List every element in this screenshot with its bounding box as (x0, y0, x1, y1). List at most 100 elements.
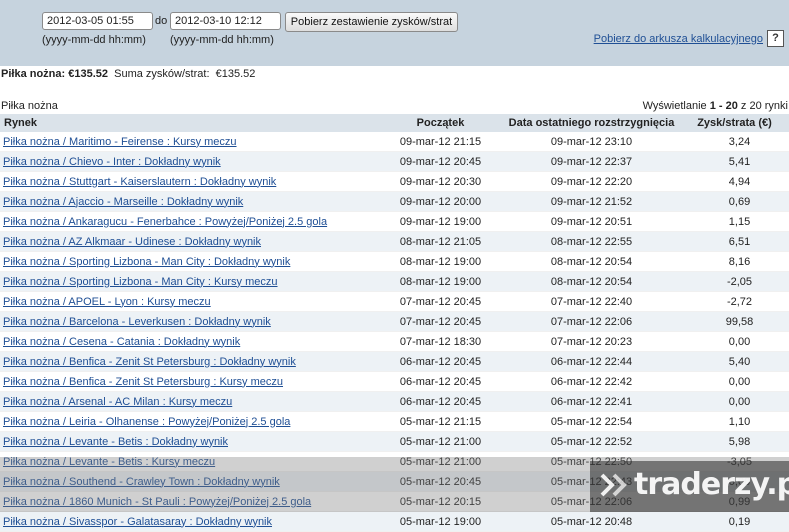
start-cell: 09-mar-12 20:30 (378, 171, 503, 192)
settled-cell: 08-mar-12 22:55 (503, 231, 680, 252)
market-cell: Piłka nożna / Ankaragucu - Fenerbahce : … (0, 211, 378, 232)
market-link[interactable]: Piłka nożna / Ankaragucu - Fenerbahce : … (3, 216, 327, 228)
traderzy-logo-icon (600, 473, 627, 497)
market-link[interactable]: Piłka nożna / Cesena - Catania : Dokładn… (3, 336, 240, 348)
profit-loss-cell: 0,00 (680, 371, 789, 392)
sport-total: €135.52 (68, 68, 109, 80)
date-to-format-hint: (yyyy-mm-dd hh:mm) (170, 34, 274, 46)
start-cell: 07-mar-12 20:45 (378, 291, 503, 312)
market-link[interactable]: Piłka nożna / Ajaccio - Marseille : Dokł… (3, 196, 243, 208)
market-link[interactable]: Piłka nożna / Leiria - Olhanense : Powyż… (3, 416, 290, 428)
start-cell: 09-mar-12 19:00 (378, 211, 503, 232)
table-row: Piłka nożna / APOEL - Lyon : Kursy meczu… (0, 291, 789, 312)
table-row: Piłka nożna / Cesena - Catania : Dokładn… (0, 331, 789, 352)
sum-total: €135.52 (215, 68, 256, 80)
market-link[interactable]: Piłka nożna / Sporting Lizbona - Man Cit… (3, 256, 290, 268)
table-row: Piłka nożna / Benfica - Zenit St Petersb… (0, 351, 789, 372)
profit-loss-cell: 1,10 (680, 411, 789, 432)
market-link[interactable]: Piłka nożna / Stuttgart - Kaiserslautern… (3, 176, 276, 188)
market-link[interactable]: Piłka nożna / Sivasspor - Galatasaray : … (3, 516, 272, 528)
table-row: Piłka nożna / Sporting Lizbona - Man Cit… (0, 271, 789, 292)
settled-cell: 06-mar-12 22:41 (503, 391, 680, 412)
settled-cell: 09-mar-12 23:10 (503, 132, 680, 152)
settled-cell: 09-mar-12 20:51 (503, 211, 680, 232)
table-row: Piłka nożna / Barcelona - Leverkusen : D… (0, 311, 789, 332)
market-link[interactable]: Piłka nożna / Chievo - Inter : Dokładny … (3, 156, 221, 168)
header-profit-loss[interactable]: Zysk/strata (€) (680, 114, 789, 132)
market-link[interactable]: Piłka nożna / AZ Alkmaar - Udinese : Dok… (3, 236, 261, 248)
table-row: Piłka nożna / Ankaragucu - Fenerbahce : … (0, 211, 789, 232)
market-link[interactable]: Piłka nożna / Arsenal - AC Milan : Kursy… (3, 396, 232, 408)
get-profit-loss-button[interactable]: Pobierz zestawienie zysków/strat (285, 12, 458, 32)
table-row: Piłka nożna / Stuttgart - Kaiserslautern… (0, 171, 789, 192)
start-cell: 06-mar-12 20:45 (378, 391, 503, 412)
download-spreadsheet-link[interactable]: Pobierz do arkusza kalkulacyjnego (594, 33, 763, 45)
start-cell: 09-mar-12 21:15 (378, 132, 503, 152)
market-link[interactable]: Piłka nożna / Benfica - Zenit St Petersb… (3, 376, 283, 388)
market-cell: Piłka nożna / Chievo - Inter : Dokładny … (0, 151, 378, 172)
profit-loss-cell: 5,40 (680, 351, 789, 372)
market-cell: Piłka nożna / APOEL - Lyon : Kursy meczu (0, 291, 378, 312)
market-link[interactable]: Piłka nożna / Maritimo - Feirense : Kurs… (3, 136, 237, 148)
start-cell: 05-mar-12 21:00 (378, 431, 503, 452)
table-row: Piłka nożna / Sporting Lizbona - Man Cit… (0, 251, 789, 272)
paging-prefix: Wyświetlanie (642, 100, 707, 112)
profit-loss-cell: 0,69 (680, 191, 789, 212)
profit-loss-cell: 6,51 (680, 231, 789, 252)
paging-info: Wyświetlanie 1 - 20 z 20 rynki (643, 100, 788, 112)
table-row: Piłka nożna / Maritimo - Feirense : Kurs… (0, 132, 789, 152)
start-cell: 08-mar-12 19:00 (378, 251, 503, 272)
date-to-label: do (155, 15, 168, 27)
profit-loss-cell: -2,72 (680, 291, 789, 312)
start-cell: 07-mar-12 20:45 (378, 311, 503, 332)
profit-summary: Piłka nożna: €135.52 Suma zysków/strat: … (1, 68, 255, 80)
market-cell: Piłka nożna / Barcelona - Leverkusen : D… (0, 311, 378, 332)
market-cell: Piłka nożna / Cesena - Catania : Dokładn… (0, 331, 378, 352)
watermark: traderzy.pl (590, 461, 789, 512)
market-cell: Piłka nożna / Leiria - Olhanense : Powyż… (0, 411, 378, 432)
profit-loss-cell: 1,15 (680, 211, 789, 232)
profit-loss-cell: 0,00 (680, 391, 789, 412)
start-cell: 05-mar-12 21:15 (378, 411, 503, 432)
settled-cell: 05-mar-12 22:52 (503, 431, 680, 452)
date-to-input[interactable]: 2012-03-10 12:12 (170, 12, 281, 30)
table-row: Piłka nożna / Ajaccio - Marseille : Dokł… (0, 191, 789, 212)
market-cell: Piłka nożna / Arsenal - AC Milan : Kursy… (0, 391, 378, 412)
settled-cell: 09-mar-12 22:37 (503, 151, 680, 172)
table-row: Piłka nożna / Arsenal - AC Milan : Kursy… (0, 391, 789, 412)
settled-cell: 07-mar-12 22:40 (503, 291, 680, 312)
start-cell: 07-mar-12 18:30 (378, 331, 503, 352)
profit-loss-cell: 0,00 (680, 331, 789, 352)
table-row: Piłka nożna / Leiria - Olhanense : Powyż… (0, 411, 789, 432)
profit-loss-cell: 4,94 (680, 171, 789, 192)
market-link[interactable]: Piłka nożna / Sporting Lizbona - Man Cit… (3, 276, 278, 288)
watermark-text: traderzy.pl (634, 467, 789, 502)
header-market[interactable]: Rynek (0, 114, 378, 132)
profit-loss-cell: 99,58 (680, 311, 789, 332)
settled-cell: 07-mar-12 22:06 (503, 311, 680, 332)
paging-suffix: z 20 rynki (740, 100, 788, 112)
settled-cell: 06-mar-12 22:44 (503, 351, 680, 372)
market-link[interactable]: Piłka nożna / Benfica - Zenit St Petersb… (3, 356, 296, 368)
section-title: Piłka nożna (1, 100, 58, 112)
market-cell: Piłka nożna / Sivasspor - Galatasaray : … (0, 511, 378, 532)
market-link[interactable]: Piłka nożna / APOEL - Lyon : Kursy meczu (3, 296, 211, 308)
settled-cell: 05-mar-12 20:48 (503, 511, 680, 532)
settled-cell: 08-mar-12 20:54 (503, 251, 680, 272)
table-row: Piłka nożna / Chievo - Inter : Dokładny … (0, 151, 789, 172)
date-from-input[interactable]: 2012-03-05 01:55 (42, 12, 153, 30)
market-cell: Piłka nożna / Ajaccio - Marseille : Dokł… (0, 191, 378, 212)
market-cell: Piłka nożna / Benfica - Zenit St Petersb… (0, 371, 378, 392)
market-link[interactable]: Piłka nożna / Levante - Betis : Dokładny… (3, 436, 228, 448)
market-cell: Piłka nożna / Maritimo - Feirense : Kurs… (0, 132, 378, 152)
help-icon[interactable]: ? (767, 30, 784, 47)
table-row: Piłka nożna / Sivasspor - Galatasaray : … (0, 511, 789, 532)
sum-label: Suma zysków/strat: (114, 68, 210, 80)
header-settled[interactable]: Data ostatniego rozstrzygnięcia (503, 114, 680, 132)
start-cell: 08-mar-12 19:00 (378, 271, 503, 292)
market-cell: Piłka nożna / Stuttgart - Kaiserslautern… (0, 171, 378, 192)
header-start[interactable]: Początek (378, 114, 503, 132)
market-link[interactable]: Piłka nożna / Barcelona - Leverkusen : D… (3, 316, 271, 328)
profit-loss-cell: 3,24 (680, 132, 789, 152)
start-cell: 06-mar-12 20:45 (378, 371, 503, 392)
